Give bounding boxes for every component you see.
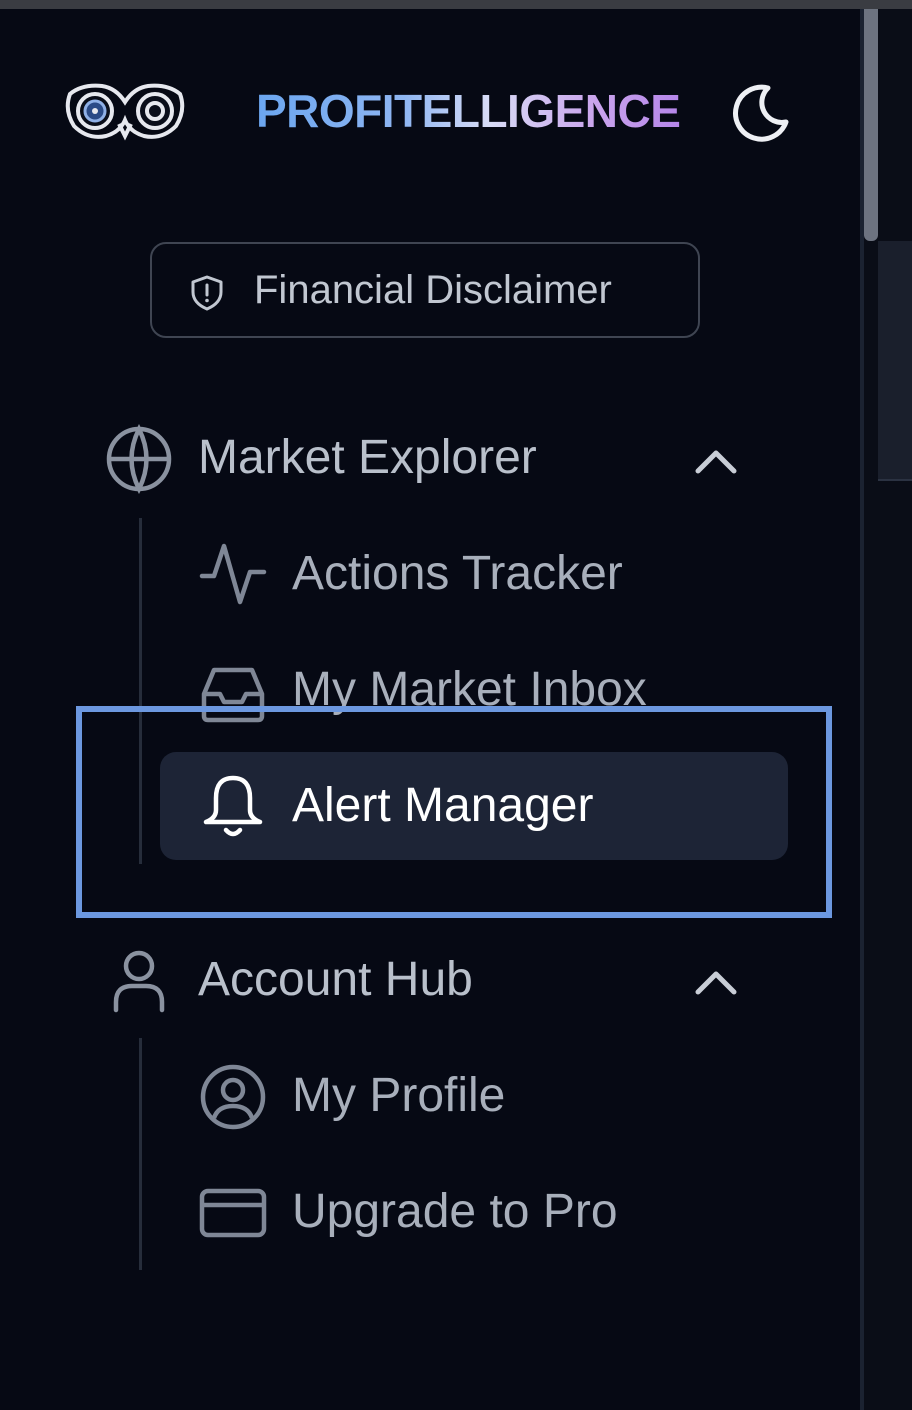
financial-disclaimer-label: Financial Disclaimer bbox=[254, 268, 612, 312]
main-content-edge bbox=[864, 9, 912, 1410]
globe-icon bbox=[104, 423, 174, 495]
shield-alert-icon bbox=[188, 274, 226, 312]
nav-item-upgrade-to-pro[interactable]: Upgrade to Pro bbox=[292, 1184, 618, 1239]
chevron-up-icon[interactable] bbox=[692, 964, 740, 1000]
bell-icon bbox=[198, 770, 268, 840]
chevron-up-icon[interactable] bbox=[692, 443, 740, 479]
content-divider bbox=[878, 479, 912, 481]
user-circle-icon bbox=[198, 1062, 268, 1132]
nav-item-actions-tracker[interactable]: Actions Tracker bbox=[292, 546, 623, 601]
brand-name: PROFITELLIGENCE bbox=[256, 85, 681, 137]
credit-card-icon bbox=[198, 1178, 268, 1248]
inbox-icon bbox=[198, 660, 268, 730]
tree-connector-line bbox=[139, 1038, 142, 1270]
tree-connector-line bbox=[139, 518, 142, 864]
nav-item-my-profile[interactable]: My Profile bbox=[292, 1068, 505, 1123]
account-hub-section-label[interactable]: Account Hub bbox=[198, 952, 473, 1007]
financial-disclaimer-button[interactable]: Financial Disclaimer bbox=[150, 242, 700, 338]
activity-pulse-icon bbox=[198, 540, 268, 610]
scrollbar-thumb[interactable] bbox=[864, 9, 878, 241]
market-explorer-section-label[interactable]: Market Explorer bbox=[198, 430, 537, 485]
nav-item-my-market-inbox[interactable]: My Market Inbox bbox=[292, 662, 647, 717]
nav-item-alert-manager[interactable]: Alert Manager bbox=[292, 778, 593, 833]
window-top-bar bbox=[0, 0, 912, 9]
content-header-band bbox=[878, 241, 912, 479]
owl-eyes-logo[interactable] bbox=[64, 80, 186, 144]
moon-icon[interactable] bbox=[724, 80, 792, 148]
user-icon bbox=[108, 946, 170, 1016]
